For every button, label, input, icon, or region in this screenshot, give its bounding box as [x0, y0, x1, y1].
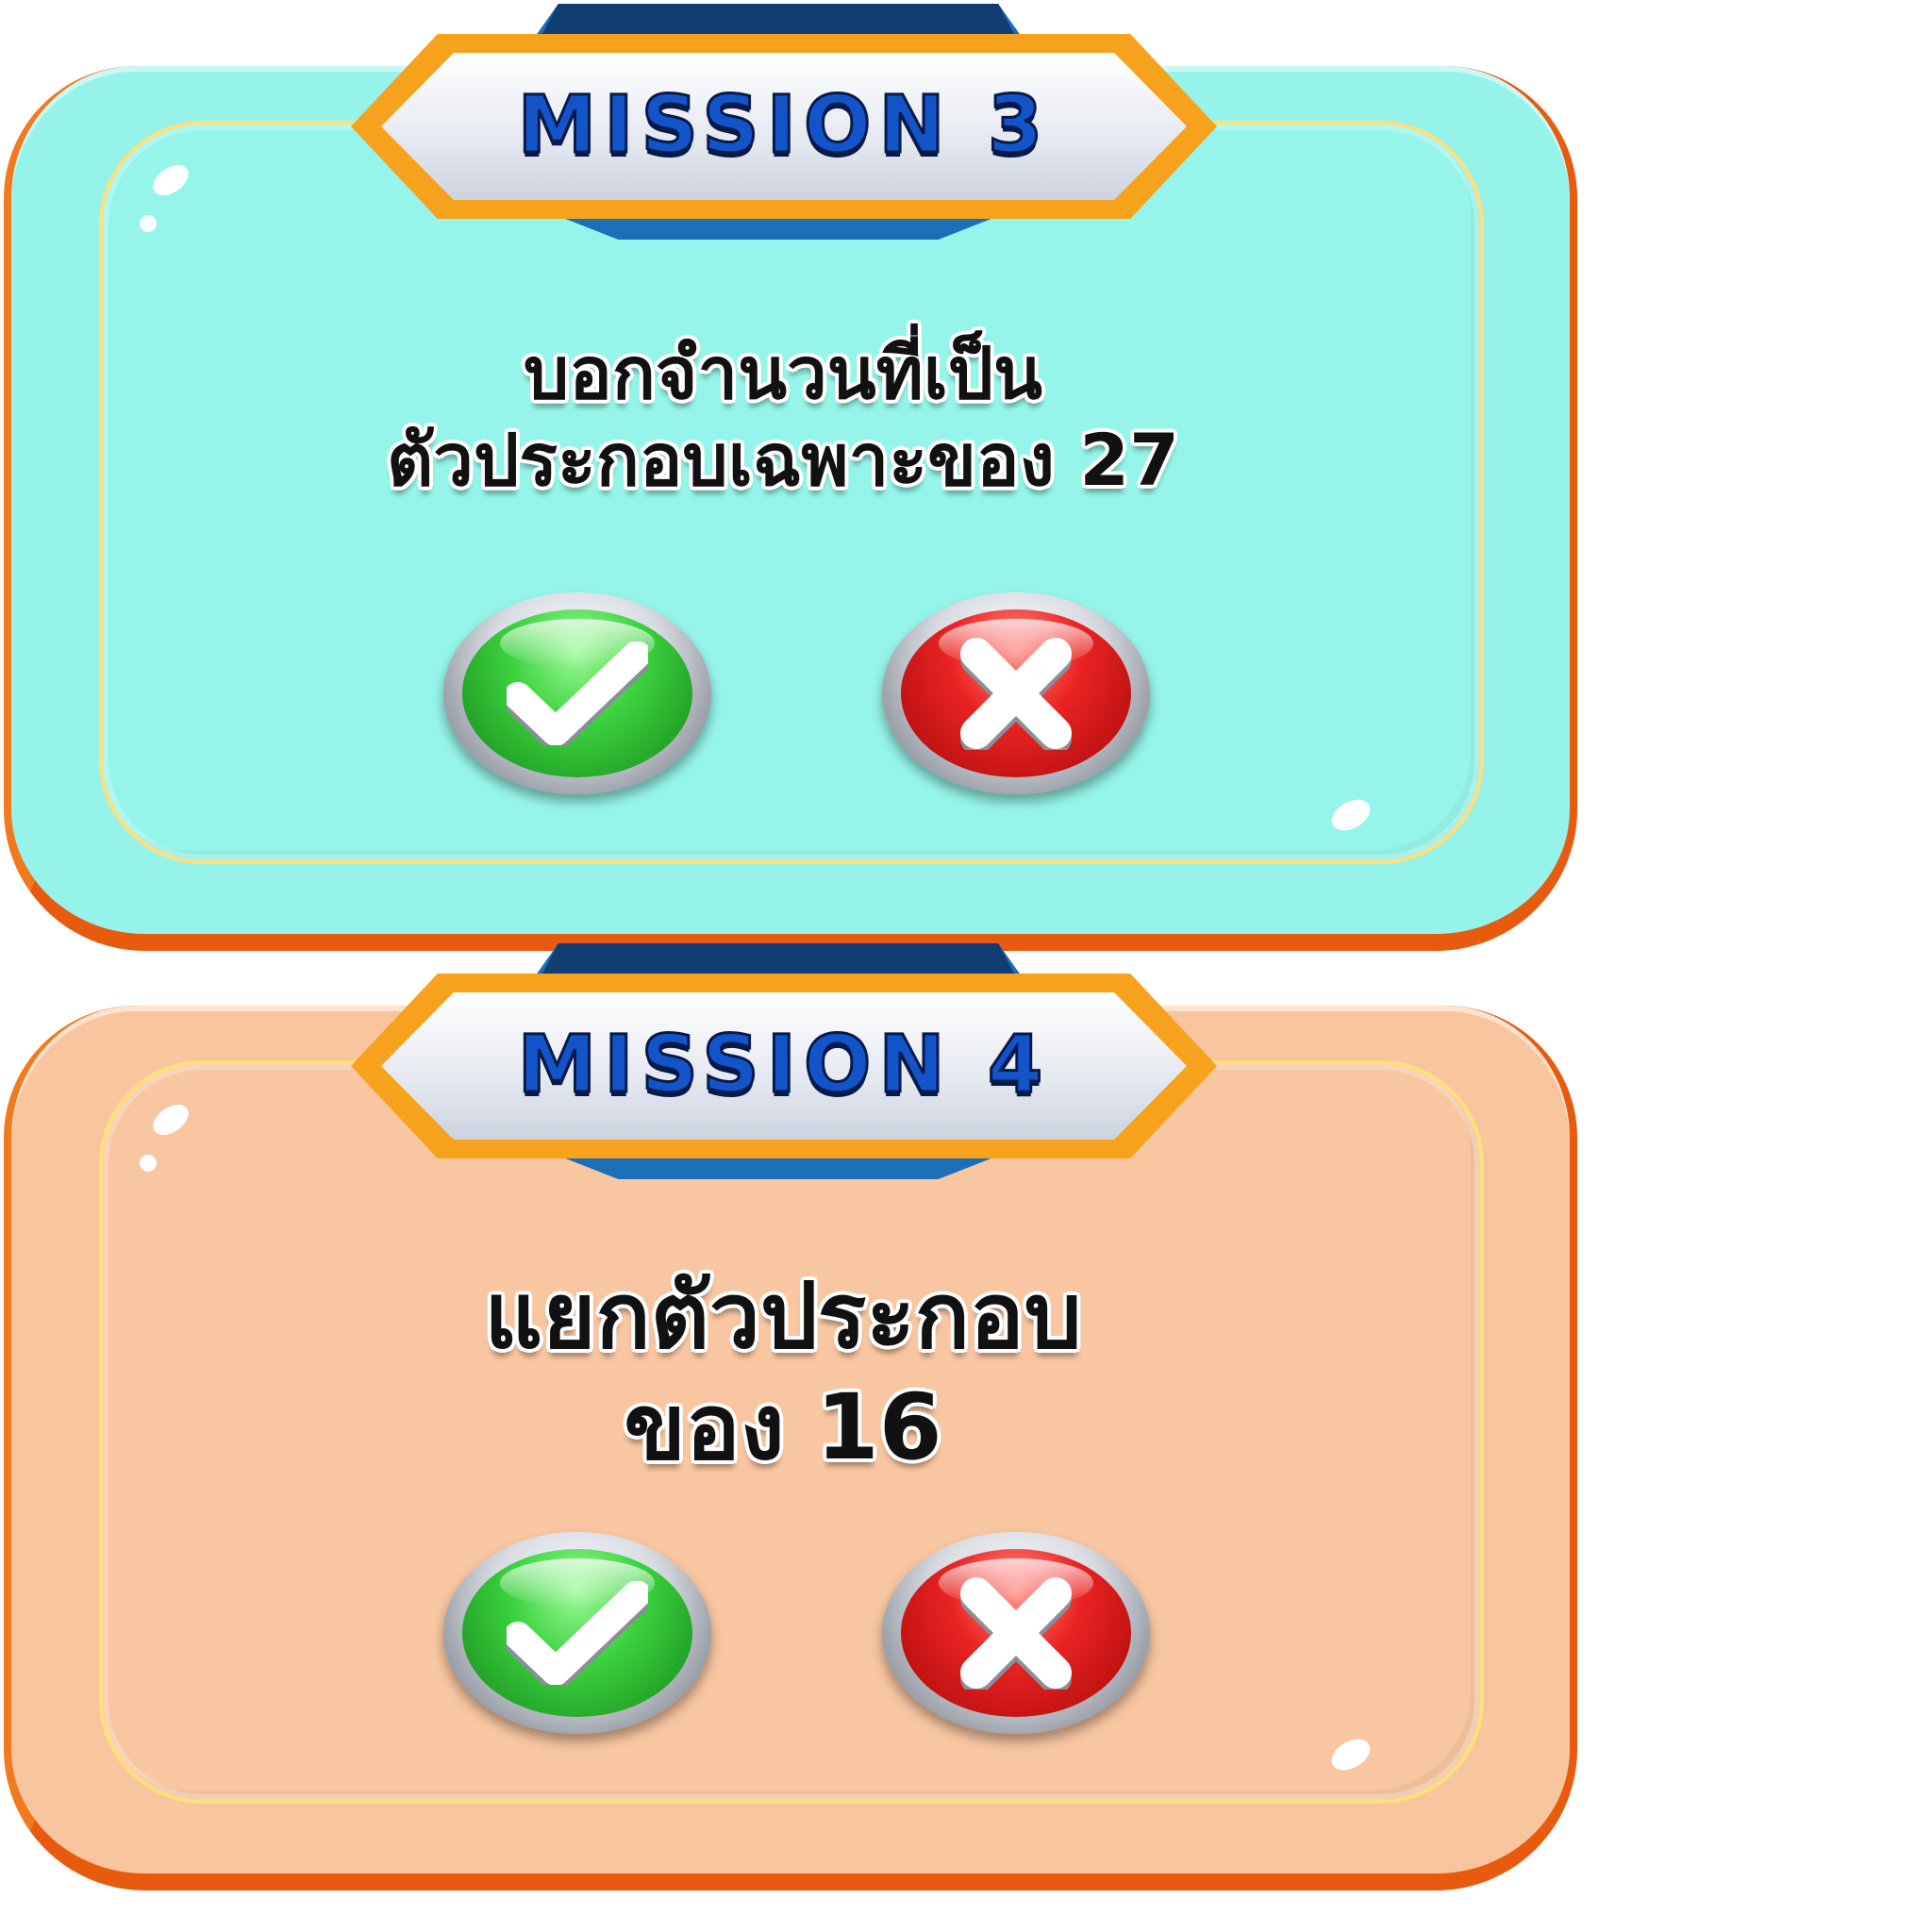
question-text: แยกตัวประกอบ ของ 16	[151, 1260, 1415, 1483]
question-line: บอกจำนวนที่เป็น	[524, 331, 1042, 415]
question-text: บอกจำนวนที่เป็น ตัวประกอบเฉพาะของ 27	[151, 330, 1415, 504]
wrong-button[interactable]	[882, 592, 1150, 794]
button-shine	[939, 619, 1093, 668]
mission-title: MISSION 3	[516, 77, 1051, 173]
correct-button[interactable]	[443, 1532, 711, 1734]
button-shine	[500, 1558, 655, 1607]
question-line: ตัวประกอบเฉพาะของ 27	[386, 418, 1180, 502]
gloss-highlight	[140, 215, 157, 232]
button-shine	[939, 1558, 1093, 1607]
wrong-button[interactable]	[882, 1532, 1150, 1734]
correct-button[interactable]	[443, 592, 711, 794]
mission-card-4: MISSION 4 แยกตัวประกอบ ของ 16	[0, 943, 1577, 1890]
mission-title: MISSION 4	[516, 1017, 1051, 1112]
mission-card-3: MISSION 3 บอกจำนวนที่เป็น ตัวประกอบเฉพาะ…	[0, 4, 1577, 951]
question-line: แยกตัวประกอบ	[484, 1263, 1082, 1369]
gloss-highlight	[140, 1155, 157, 1172]
question-line: ของ 16	[624, 1374, 942, 1480]
button-shine	[500, 619, 655, 668]
